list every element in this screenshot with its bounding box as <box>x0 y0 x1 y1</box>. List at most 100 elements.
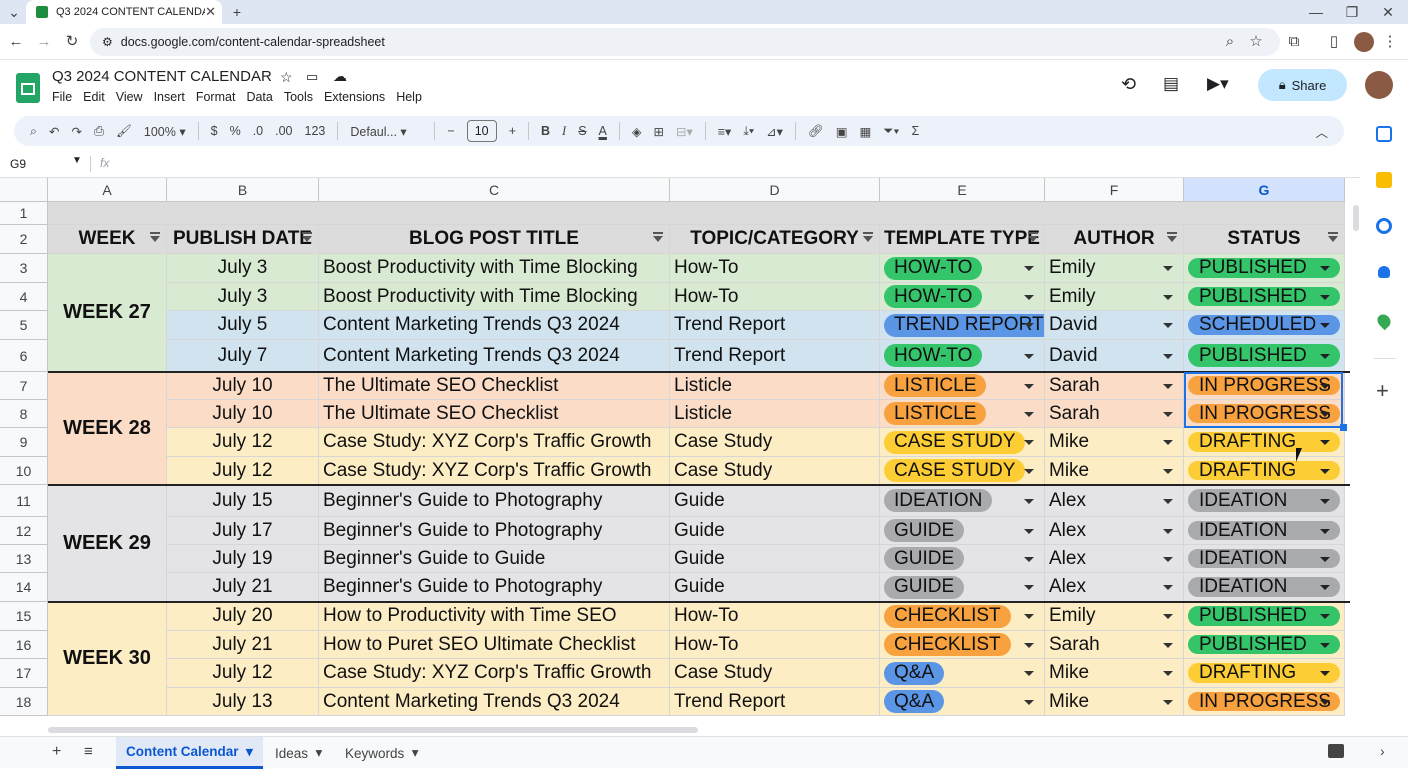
author-cell[interactable]: David <box>1045 311 1184 340</box>
menu-insert[interactable]: Insert <box>154 90 185 104</box>
zoom-icon[interactable]: ⌕ <box>1220 32 1240 52</box>
profile-avatar[interactable] <box>1354 32 1374 52</box>
status-chip[interactable]: IN PROGRESS <box>1188 691 1340 712</box>
empty-row-1[interactable] <box>48 202 1345 225</box>
dropdown-arrow-icon[interactable] <box>1163 498 1173 504</box>
menu-extensions[interactable]: Extensions <box>324 90 385 104</box>
menu-tools[interactable]: Tools <box>284 90 313 104</box>
status-cell[interactable]: IN PROGRESS <box>1184 688 1345 716</box>
italic-icon[interactable]: I <box>562 124 566 139</box>
font-size-input[interactable]: 10 <box>466 120 497 142</box>
author-cell[interactable]: Mike <box>1045 457 1184 485</box>
back-icon[interactable]: ← <box>6 32 26 52</box>
new-tab-icon[interactable]: + <box>227 2 247 22</box>
document-title[interactable]: Q3 2024 CONTENT CALENDAR <box>52 68 272 85</box>
template-type-cell[interactable]: LISTICLE <box>880 400 1045 428</box>
status-chip[interactable]: PUBLISHED <box>1188 605 1340 626</box>
dropdown-arrow-icon[interactable] <box>1163 440 1173 445</box>
text-color-icon[interactable]: A <box>599 124 607 138</box>
publish-date-cell[interactable]: July 10 <box>167 372 319 400</box>
filter-icon[interactable] <box>653 232 663 242</box>
bold-icon[interactable]: B <box>541 124 550 138</box>
column-header-b[interactable]: B <box>167 178 319 202</box>
template-chip[interactable]: TREND REPORT <box>884 313 1044 337</box>
dropdown-arrow-icon[interactable] <box>1163 528 1173 534</box>
dropdown-arrow-icon[interactable] <box>1163 614 1173 619</box>
dropdown-arrow-icon[interactable] <box>1024 614 1034 619</box>
title-cell[interactable]: Case Study: XYZ Corp's Traffic Growth <box>319 659 670 688</box>
status-cell[interactable]: PUBLISHED <box>1184 283 1345 311</box>
status-chip[interactable]: IDEATION <box>1188 520 1340 541</box>
template-type-cell[interactable]: GUIDE <box>880 545 1045 573</box>
add-addon-icon[interactable]: + <box>1376 378 1389 404</box>
status-chip[interactable]: SCHEDULED <box>1188 314 1340 335</box>
menu-data[interactable]: Data <box>246 90 272 104</box>
author-cell[interactable]: Alex <box>1045 573 1184 602</box>
row-header[interactable]: 17 <box>0 659 48 688</box>
menu-file[interactable]: File <box>52 90 72 104</box>
template-type-cell[interactable]: CHECKLIST <box>880 631 1045 659</box>
dropdown-arrow-icon[interactable] <box>1320 498 1330 504</box>
title-cell[interactable]: How to Puret SEO Ultimate Checklist <box>319 631 670 659</box>
row-header[interactable]: 1 <box>0 202 48 225</box>
template-chip[interactable]: CHECKLIST <box>884 633 1011 656</box>
title-cell[interactable]: Case Study: XYZ Corp's Traffic Growth <box>319 457 670 485</box>
name-box[interactable]: G9 <box>10 157 26 171</box>
dropdown-arrow-icon[interactable] <box>1024 323 1034 328</box>
author-cell[interactable]: Sarah <box>1045 631 1184 659</box>
dropdown-arrow-icon[interactable] <box>1320 294 1330 300</box>
status-chip[interactable]: IDEATION <box>1188 489 1340 512</box>
template-chip[interactable]: IDEATION <box>884 489 993 512</box>
dropdown-arrow-icon[interactable] <box>1320 528 1330 534</box>
status-cell[interactable]: DRAFTING <box>1184 659 1345 688</box>
topic-cell[interactable]: How-To <box>670 602 880 631</box>
vertical-align-icon[interactable]: ⤓▾ <box>743 124 754 139</box>
dropdown-arrow-icon[interactable] <box>1024 266 1034 271</box>
title-cell[interactable]: Content Marketing Trends Q3 2024 <box>319 311 670 340</box>
filter-icon[interactable] <box>150 232 160 242</box>
row-header[interactable]: 15 <box>0 602 48 631</box>
topic-cell[interactable]: Listicle <box>670 400 880 428</box>
restore-icon[interactable]: ❐ <box>1342 2 1362 22</box>
header-cell[interactable]: BLOG POST TITLE <box>319 225 670 254</box>
dropdown-arrow-icon[interactable] <box>1024 411 1034 417</box>
author-cell[interactable]: David <box>1045 340 1184 372</box>
zoom-select[interactable]: 100% ▾ <box>144 124 186 139</box>
maps-icon[interactable] <box>1374 311 1394 331</box>
menu-edit[interactable]: Edit <box>83 90 105 104</box>
keep-icon[interactable] <box>1376 172 1392 188</box>
status-chip[interactable]: DRAFTING <box>1188 431 1340 452</box>
title-cell[interactable]: Beginner's Guide to Photography <box>319 517 670 545</box>
row-header[interactable]: 11 <box>0 485 48 517</box>
author-cell[interactable]: Sarah <box>1045 372 1184 400</box>
status-cell[interactable]: IDEATION <box>1184 485 1345 517</box>
side-panel-icon[interactable]: ▯ <box>1324 32 1344 52</box>
dropdown-arrow-icon[interactable] <box>1163 411 1173 417</box>
dropdown-arrow-icon[interactable] <box>1163 468 1173 474</box>
filter-icon[interactable] <box>1167 232 1177 242</box>
row-header[interactable]: 13 <box>0 545 48 573</box>
topic-cell[interactable]: Guide <box>670 517 880 545</box>
insert-comment-icon[interactable]: ▣ <box>836 124 848 139</box>
horizontal-align-icon[interactable]: ≡▾ <box>718 124 732 139</box>
dropdown-arrow-icon[interactable] <box>1163 266 1173 271</box>
meet-icon[interactable]: ▶▾ <box>1207 74 1229 94</box>
calendar-icon[interactable] <box>1376 126 1392 142</box>
template-chip[interactable]: GUIDE <box>884 575 965 599</box>
topic-cell[interactable]: How-To <box>670 283 880 311</box>
star-icon[interactable]: ☆ <box>280 69 293 86</box>
dropdown-arrow-icon[interactable] <box>1024 585 1034 590</box>
title-cell[interactable]: Case Study: XYZ Corp's Traffic Growth <box>319 428 670 457</box>
dropdown-arrow-icon[interactable] <box>1163 585 1173 590</box>
name-box-dropdown-icon[interactable]: ▼ <box>72 155 82 166</box>
author-cell[interactable]: Mike <box>1045 659 1184 688</box>
template-type-cell[interactable]: GUIDE <box>880 517 1045 545</box>
increase-decimal-button[interactable]: .00 <box>275 124 292 138</box>
dropdown-arrow-icon[interactable] <box>1024 528 1034 534</box>
template-type-cell[interactable]: TREND REPORT <box>880 311 1045 340</box>
fill-handle[interactable] <box>1340 424 1347 431</box>
template-type-cell[interactable]: Q&A <box>880 659 1045 688</box>
publish-date-cell[interactable]: July 5 <box>167 311 319 340</box>
dropdown-arrow-icon[interactable] <box>1163 383 1173 389</box>
author-cell[interactable]: Emily <box>1045 602 1184 631</box>
